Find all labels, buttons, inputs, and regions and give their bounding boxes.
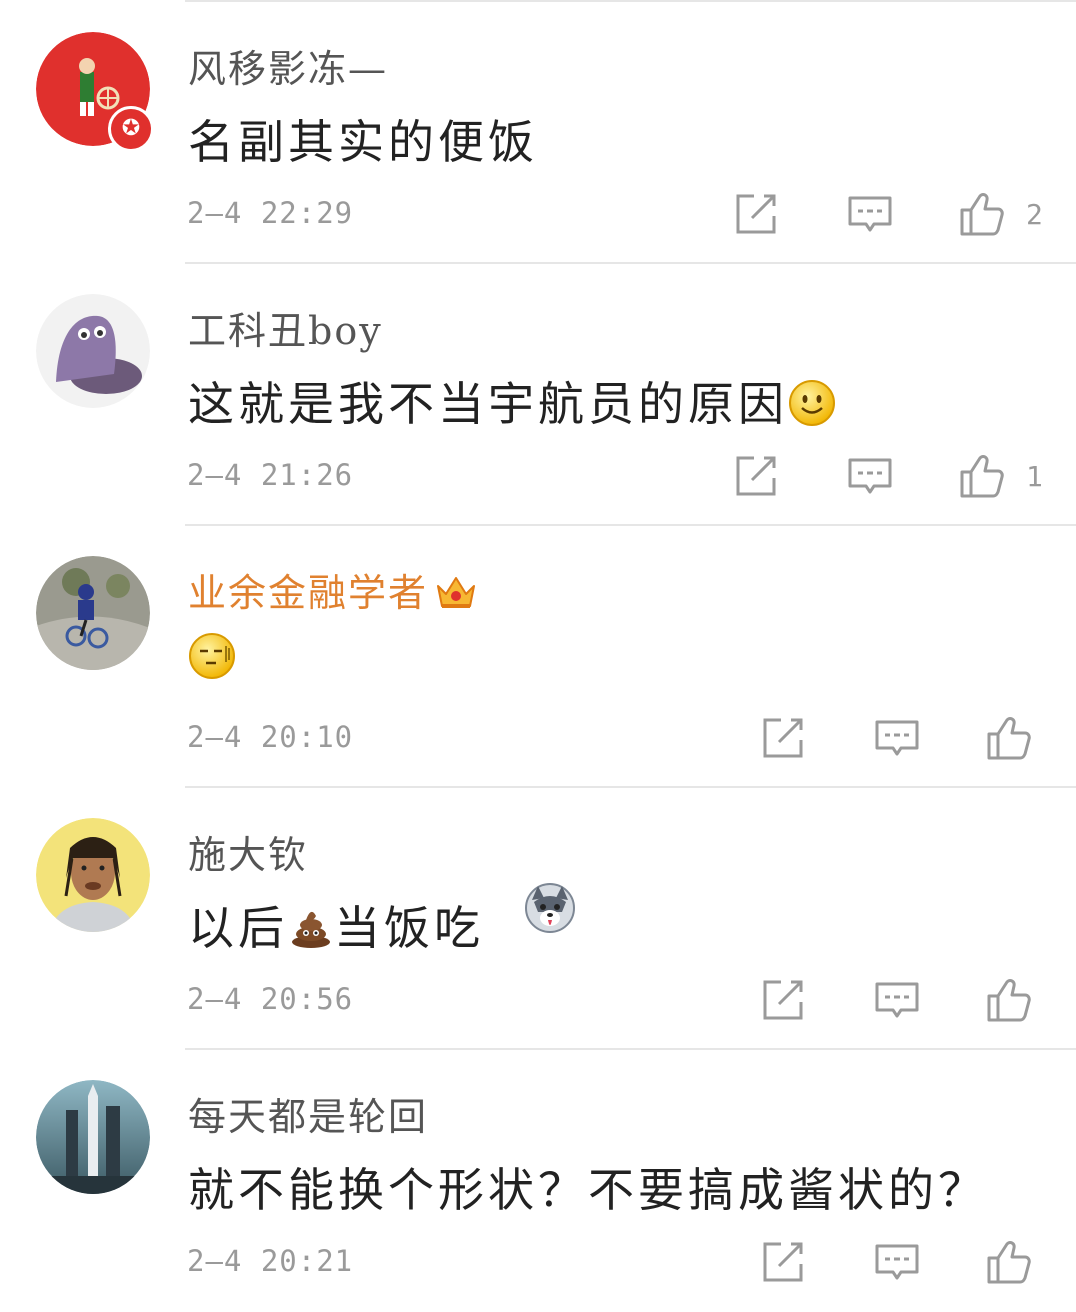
like-count: 1: [1026, 460, 1043, 493]
edit-square-icon[interactable]: [759, 976, 807, 1024]
timestamp: 2—4 20:56: [187, 982, 354, 1016]
edit-square-icon[interactable]: [759, 1238, 807, 1286]
edit-square-icon[interactable]: [759, 714, 807, 762]
username[interactable]: 施大钦: [188, 824, 308, 879]
comment-text: 就不能换个形状？不要搞成酱状的？: [188, 1163, 988, 1217]
speechless-emoji-icon: [188, 632, 236, 691]
avatar[interactable]: [36, 818, 150, 932]
avatar[interactable]: [36, 1080, 150, 1194]
comment-item: 每天都是轮回 就不能换个形状？不要搞成酱状的？ 2—4 20:21: [0, 1050, 1076, 1312]
thumbs-up-icon[interactable]: [985, 1238, 1033, 1286]
thumbs-up-icon[interactable]: [985, 714, 1033, 762]
comment-bubble-icon[interactable]: [873, 714, 921, 762]
timestamp: 2—4 22:29: [187, 196, 354, 230]
star-badge-icon: ✪: [108, 106, 154, 152]
comment-text: 以后 当饭吃: [188, 892, 484, 961]
thumbs-up-icon[interactable]: [958, 190, 1006, 238]
username[interactable]: 每天都是轮回: [188, 1086, 428, 1141]
timestamp: 2—4 20:21: [187, 1244, 354, 1278]
comment-item: 施大钦 以后 当饭吃 2—4 20:56: [0, 788, 1076, 1050]
comment-bubble-icon[interactable]: [873, 976, 921, 1024]
edit-square-icon[interactable]: [732, 452, 780, 500]
thumbs-up-icon[interactable]: [985, 976, 1033, 1024]
comment-item: 工科丑boy 这就是我不当宇航员的原因 2—4 21:26 1: [0, 264, 1076, 526]
edit-square-icon[interactable]: [732, 190, 780, 238]
timestamp: 2—4 20:10: [187, 720, 354, 754]
comment-text: 这就是我不当宇航员的原因: [188, 368, 836, 438]
comment-text-before: 以后: [188, 901, 288, 955]
comment-item: ✪ 风移影冻— 名副其实的便饭 2—4 22:29 2: [0, 2, 1076, 264]
comment-text-content: 这就是我不当宇航员的原因: [188, 377, 788, 431]
avatar[interactable]: [36, 294, 150, 408]
avatar[interactable]: [36, 556, 150, 670]
timestamp: 2—4 21:26: [187, 458, 354, 492]
comment-item: 业余金融学者 2—4 20:10: [0, 526, 1076, 788]
comment-bubble-icon[interactable]: [873, 1238, 921, 1286]
like-count: 2: [1026, 198, 1043, 231]
username-text: 业余金融学者: [188, 571, 429, 615]
username[interactable]: 业余金融学者: [188, 562, 478, 621]
crown-icon: [434, 572, 478, 621]
poop-emoji-icon: [288, 904, 334, 961]
husky-emoji-icon: [524, 882, 576, 938]
username[interactable]: 工科丑boy: [188, 300, 383, 355]
comment-bubble-icon[interactable]: [846, 452, 894, 500]
comment-bubble-icon[interactable]: [846, 190, 894, 238]
username[interactable]: 风移影冻—: [188, 38, 388, 93]
comment-text: [188, 630, 236, 691]
thumbs-up-icon[interactable]: [958, 452, 1006, 500]
smile-emoji-icon: [788, 379, 836, 438]
comment-text-after: 当饭吃: [334, 901, 484, 955]
comment-text: 名副其实的便饭: [188, 115, 538, 169]
